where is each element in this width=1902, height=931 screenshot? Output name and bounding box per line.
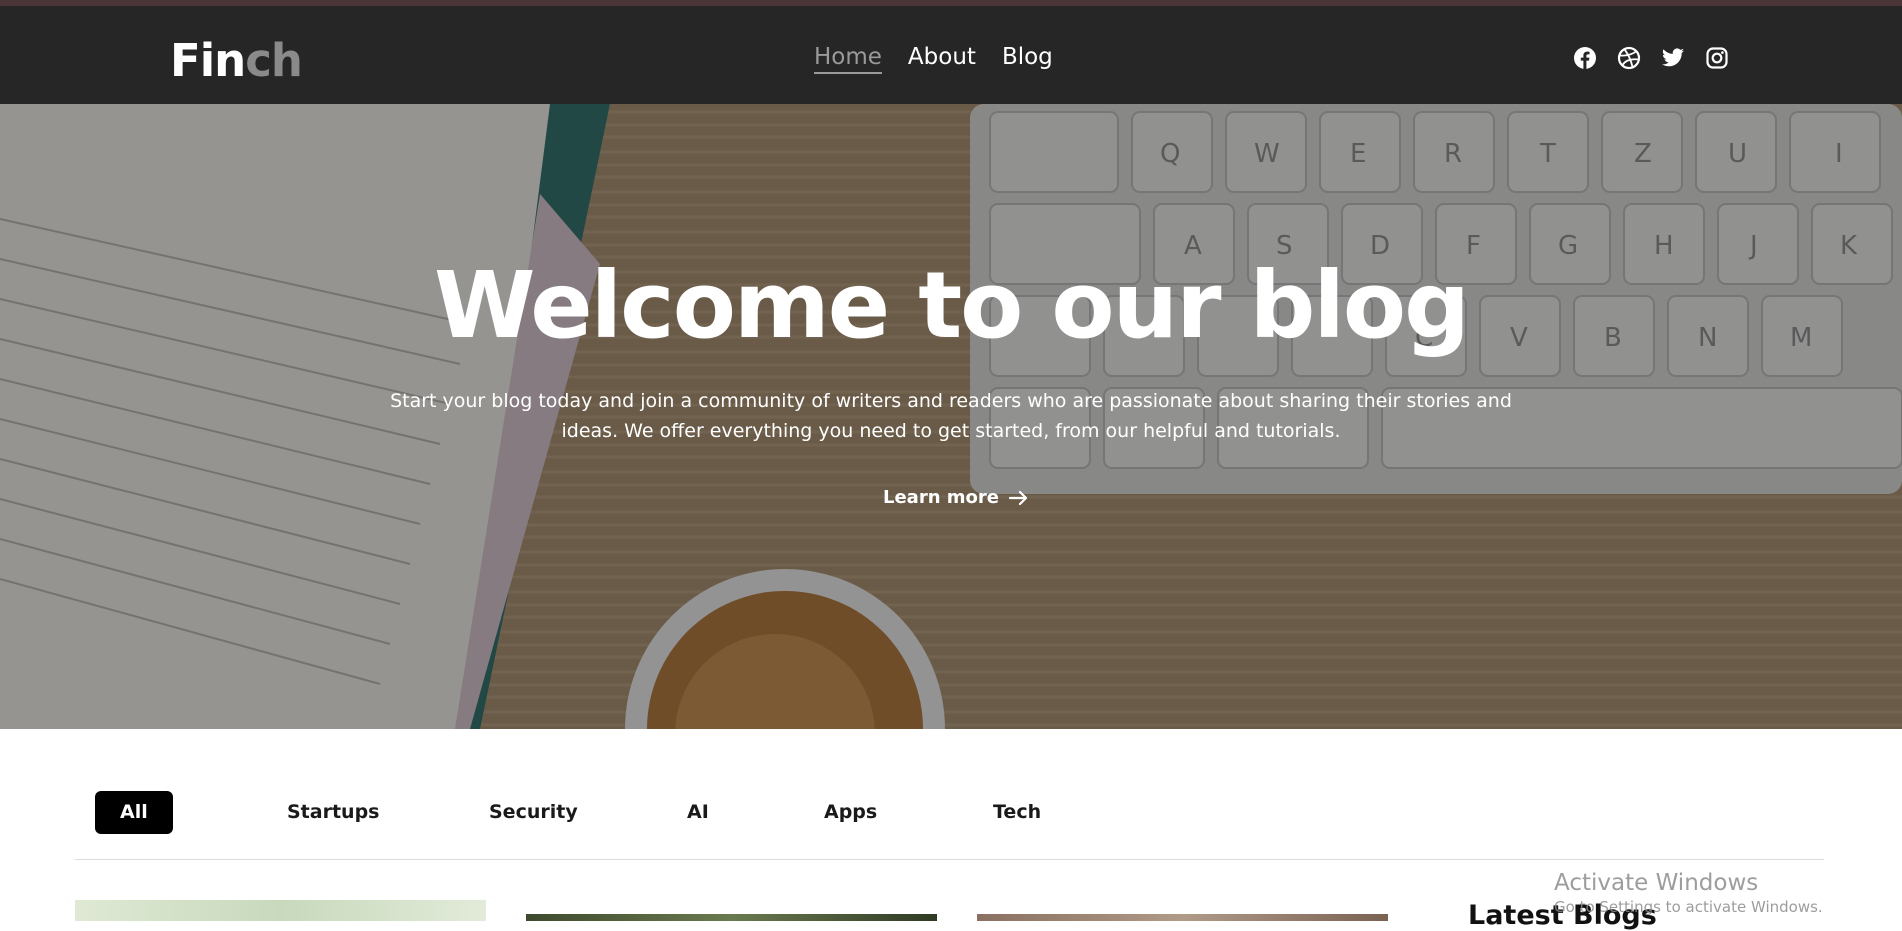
top-navbar: Finch Home About Blog <box>0 6 1902 104</box>
learn-more-link[interactable]: Learn more <box>883 487 1029 508</box>
hero-subtitle: Start your blog today and join a communi… <box>390 390 1512 442</box>
blog-card-thumbnail-3[interactable] <box>977 914 1388 921</box>
learn-more-label: Learn more <box>883 487 999 508</box>
brand-logo-part2: ch <box>245 34 303 87</box>
windows-activation-watermark: Activate Windows Go to Settings to activ… <box>1554 870 1823 916</box>
nav-link-about[interactable]: About <box>908 44 976 74</box>
blog-card-thumbnail-1[interactable] <box>75 900 486 921</box>
blog-card-thumbnail-2[interactable] <box>526 914 937 921</box>
category-divider <box>75 859 1824 860</box>
category-tab-all[interactable]: All <box>95 791 173 834</box>
nav-link-blog[interactable]: Blog <box>1002 44 1053 74</box>
hero-banner: QWE RTZ UI ASD FGH JK CVB NM Welcome to … <box>0 104 1902 729</box>
dribbble-icon[interactable] <box>1617 46 1641 70</box>
main-nav: Home About Blog <box>814 44 1053 74</box>
instagram-icon[interactable] <box>1705 46 1729 70</box>
twitter-icon[interactable] <box>1661 46 1685 70</box>
nav-link-home[interactable]: Home <box>814 44 882 74</box>
category-tab-startups[interactable]: Startups <box>287 791 379 834</box>
hero-title: Welcome to our blog <box>434 252 1470 359</box>
category-tab-ai[interactable]: AI <box>687 791 709 834</box>
category-tab-apps[interactable]: Apps <box>824 791 877 834</box>
social-links <box>1573 46 1729 70</box>
category-tab-tech[interactable]: Tech <box>993 791 1041 834</box>
brand-logo-part1: Fin <box>170 34 246 87</box>
watermark-line-2: Go to Settings to activate Windows. <box>1554 898 1823 916</box>
arrow-right-icon <box>1009 490 1028 505</box>
facebook-icon[interactable] <box>1573 46 1597 70</box>
watermark-line-1: Activate Windows <box>1554 870 1759 896</box>
category-tab-security[interactable]: Security <box>489 791 578 834</box>
brand-logo[interactable]: Finch <box>170 34 303 87</box>
